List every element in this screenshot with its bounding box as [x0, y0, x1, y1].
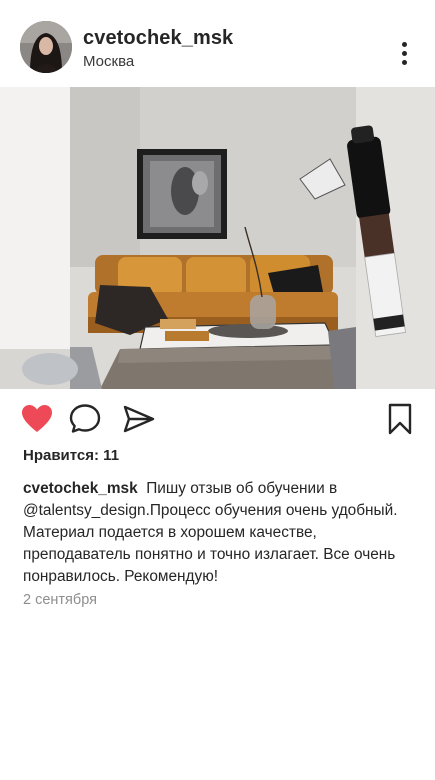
post-actions — [0, 398, 435, 442]
send-icon — [123, 405, 155, 433]
interior-sketch-image — [0, 87, 435, 389]
caption-username[interactable]: cvetochek_msk — [23, 480, 138, 497]
avatar[interactable] — [20, 21, 72, 73]
bookmark-icon — [388, 403, 412, 435]
post-image[interactable] — [0, 87, 435, 389]
heart-icon — [22, 405, 52, 432]
post-date: 2 сентября — [23, 592, 97, 608]
like-button[interactable] — [20, 402, 54, 436]
post-username[interactable]: cvetochek_msk — [83, 27, 233, 50]
post-caption: cvetochek_msk Пишу отзыв об обучении в @… — [23, 478, 418, 588]
avatar-image — [20, 21, 72, 73]
likes-count[interactable]: Нравится: 11 — [23, 447, 119, 464]
share-button[interactable] — [122, 402, 156, 436]
more-options-button[interactable] — [392, 40, 418, 68]
post-header: cvetochek_msk Москва — [0, 0, 435, 88]
comment-button[interactable] — [68, 402, 102, 436]
save-button[interactable] — [383, 402, 417, 436]
post-location[interactable]: Москва — [83, 53, 134, 70]
comment-icon — [69, 404, 101, 433]
more-vertical-icon — [402, 42, 407, 47]
